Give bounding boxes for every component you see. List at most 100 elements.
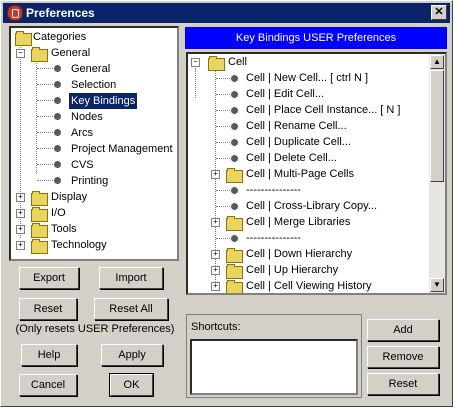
key-tree-cross-library-copy[interactable]: Cell | Cross-Library Copy... (246, 198, 377, 214)
key-tree-rename-cell[interactable]: Cell | Rename Cell... (246, 118, 347, 134)
expand-icon[interactable]: + (16, 225, 25, 234)
key-tree-delete-cell[interactable]: Cell | Delete Cell... (246, 150, 337, 166)
shortcuts-list[interactable] (190, 339, 358, 395)
key-tree-cell[interactable]: Cell (228, 54, 247, 70)
cancel-button[interactable]: Cancel (19, 374, 77, 396)
key-bindings-tree[interactable]: − Cell Cell | New Cell... [ ctrl N ] Cel… (186, 52, 447, 295)
scrollbar-thumb[interactable] (430, 70, 444, 182)
collapse-icon[interactable]: − (16, 49, 25, 58)
reset-note: (Only resets USER Preferences) (15, 323, 175, 335)
collapse-icon[interactable]: − (191, 58, 200, 67)
key-tree-separator: --------------- (246, 184, 301, 196)
app-icon (7, 5, 23, 21)
leaf-icon (231, 107, 238, 114)
leaf-icon (231, 139, 238, 146)
key-tree-edit-cell[interactable]: Cell | Edit Cell... (246, 86, 324, 102)
key-tree-up-hierarchy[interactable]: Cell | Up Hierarchy (246, 262, 338, 278)
leaf-icon (54, 145, 61, 152)
leaf-icon (54, 161, 61, 168)
help-button[interactable]: Help (21, 344, 77, 366)
tree-connector (216, 238, 230, 239)
folder-icon (15, 31, 32, 46)
tree-connector (216, 142, 230, 143)
add-shortcut-button[interactable]: Add (367, 319, 439, 341)
reset-shortcuts-button[interactable]: Reset (367, 373, 439, 395)
tree-connector (216, 206, 230, 207)
scroll-down-icon[interactable]: ▼ (430, 278, 444, 292)
tree-item-technology[interactable]: Technology (51, 237, 107, 253)
tree-item-io[interactable]: I/O (51, 205, 66, 221)
tree-item-printing[interactable]: Printing (71, 173, 108, 189)
tree-item-key-bindings[interactable]: Key Bindings (69, 93, 138, 109)
tree-connector (37, 100, 53, 101)
tree-connector (216, 158, 230, 159)
tree-item-general-general[interactable]: General (71, 61, 110, 77)
expand-icon[interactable]: + (16, 209, 25, 218)
leaf-icon (231, 123, 238, 130)
window-title: Preferences (26, 6, 95, 20)
tree-item-categories[interactable]: Categories (33, 29, 86, 45)
vertical-scrollbar[interactable]: ▲ ▼ (429, 54, 445, 293)
expand-icon[interactable]: + (211, 282, 220, 291)
folder-icon (226, 248, 243, 263)
key-tree-multi-page-cells[interactable]: Cell | Multi-Page Cells (246, 166, 354, 182)
shortcuts-label: Shortcuts: (191, 321, 241, 333)
export-button[interactable]: Export (19, 267, 79, 289)
folder-icon (226, 168, 243, 183)
expand-icon[interactable]: + (211, 250, 220, 259)
tree-connector (37, 148, 53, 149)
tree-connector (216, 110, 230, 111)
leaf-icon (231, 91, 238, 98)
scroll-up-icon[interactable]: ▲ (430, 55, 444, 69)
tree-item-nodes[interactable]: Nodes (71, 109, 103, 125)
tree-item-arcs[interactable]: Arcs (71, 125, 93, 141)
import-button[interactable]: Import (99, 267, 163, 289)
expand-icon[interactable]: + (211, 170, 220, 179)
key-tree-cell-viewing-history[interactable]: Cell | Cell Viewing History (246, 278, 372, 293)
folder-icon (31, 223, 48, 238)
tree-connector (37, 116, 53, 117)
categories-tree[interactable]: Categories − General General Selection K… (9, 26, 179, 261)
key-tree-merge-libraries[interactable]: Cell | Merge Libraries (246, 214, 350, 230)
folder-icon (31, 191, 48, 206)
key-tree-place-cell-instance[interactable]: Cell | Place Cell Instance... [ N ] (246, 102, 400, 118)
folder-icon (31, 47, 48, 62)
folder-icon (31, 207, 48, 222)
expand-icon[interactable]: + (211, 218, 220, 227)
key-tree-new-cell[interactable]: Cell | New Cell... [ ctrl N ] (246, 70, 368, 86)
tree-connector (36, 60, 37, 174)
leaf-icon (54, 81, 61, 88)
panel-header: Key Bindings USER Preferences (185, 27, 447, 49)
tree-item-cvs[interactable]: CVS (71, 157, 94, 173)
remove-shortcut-button[interactable]: Remove (367, 346, 439, 368)
key-tree-duplicate-cell[interactable]: Cell | Duplicate Cell... (246, 134, 351, 150)
close-button[interactable]: ✕ (431, 5, 447, 20)
reset-all-button[interactable]: Reset All (94, 298, 168, 320)
tree-item-tools[interactable]: Tools (51, 221, 77, 237)
expand-icon[interactable]: + (16, 241, 25, 250)
expand-icon[interactable]: + (16, 193, 25, 202)
tree-item-general[interactable]: General (51, 45, 90, 61)
folder-icon (226, 264, 243, 279)
leaf-icon (231, 203, 238, 210)
tree-connector (195, 68, 196, 98)
leaf-icon (54, 177, 61, 184)
tree-item-project-management[interactable]: Project Management (71, 141, 173, 157)
leaf-icon (54, 129, 61, 136)
reset-button[interactable]: Reset (19, 298, 77, 320)
title-bar[interactable]: Preferences ✕ (3, 3, 450, 23)
leaf-icon (54, 113, 61, 120)
expand-icon[interactable]: + (211, 266, 220, 275)
key-tree-down-hierarchy[interactable]: Cell | Down Hierarchy (246, 246, 352, 262)
tree-item-display[interactable]: Display (51, 189, 87, 205)
shortcuts-group: Shortcuts: (186, 314, 362, 398)
leaf-icon (231, 155, 238, 162)
leaf-icon (54, 65, 61, 72)
folder-icon (226, 216, 243, 231)
preferences-window: Preferences ✕ Categories − General Gener… (0, 0, 453, 407)
ok-button[interactable]: OK (109, 373, 154, 397)
tree-item-selection[interactable]: Selection (71, 77, 116, 93)
tree-connector (37, 180, 53, 181)
leaf-icon (231, 75, 238, 82)
apply-button[interactable]: Apply (101, 344, 163, 366)
